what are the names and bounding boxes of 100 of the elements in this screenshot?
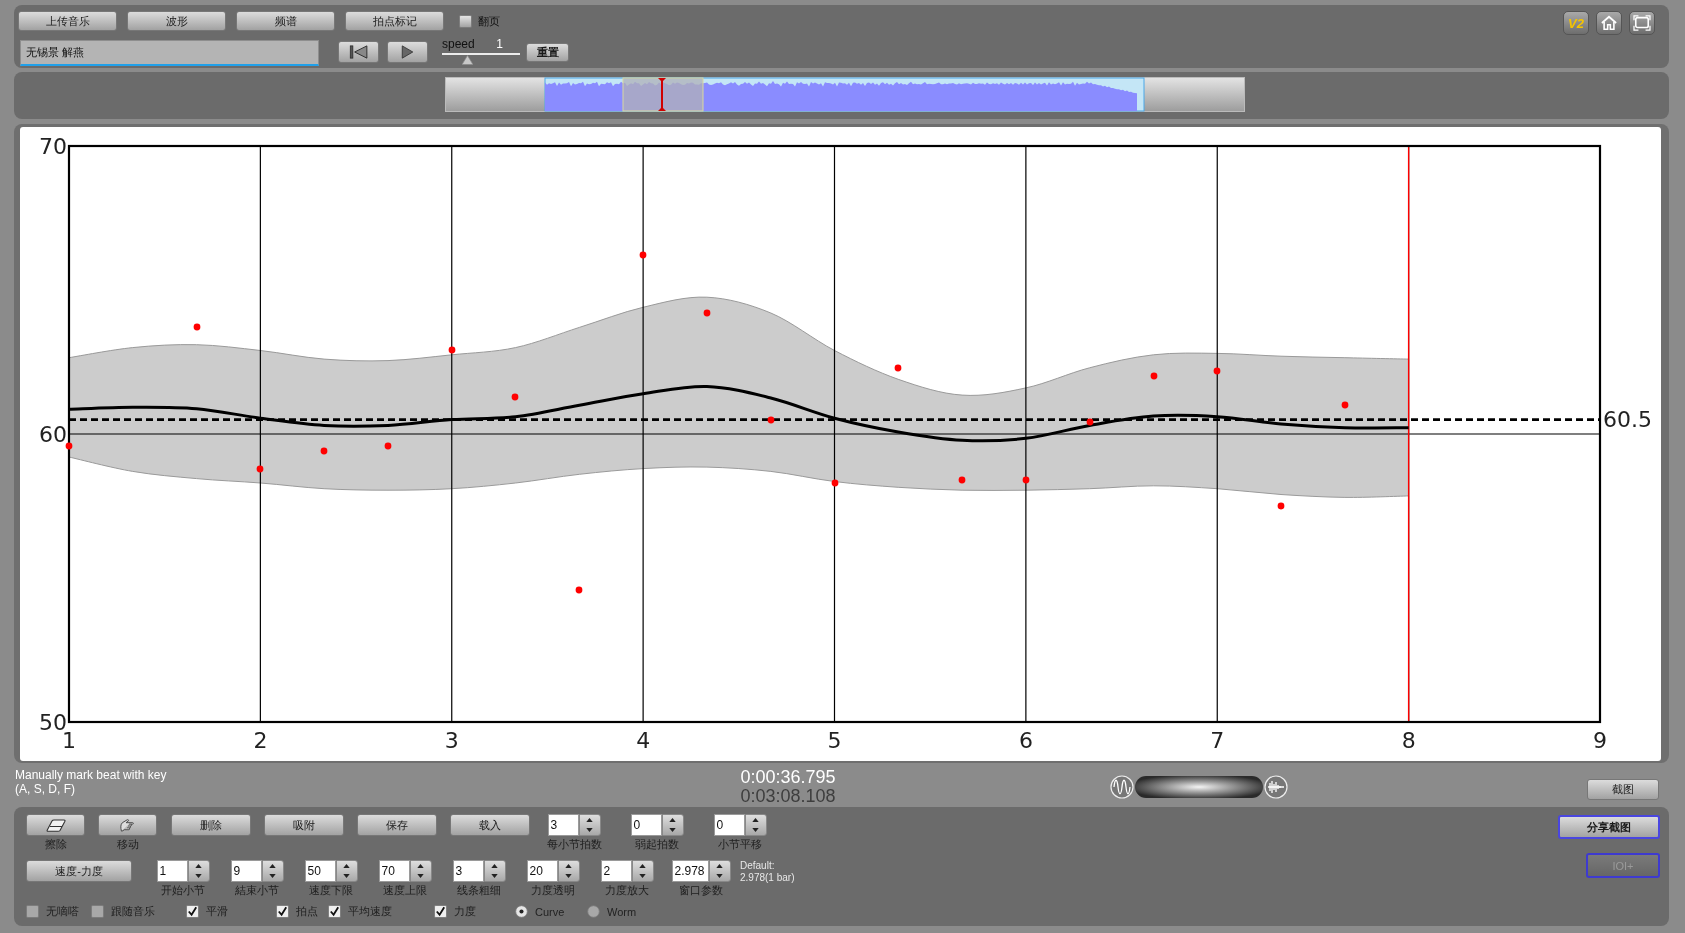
y-axis-label: 60 <box>39 421 67 447</box>
action-button[interactable]: 吸附 <box>264 814 344 836</box>
x-axis-label: 2 <box>253 727 268 753</box>
number-field[interactable]: 50 <box>304 860 336 882</box>
reset-button[interactable]: 重置 <box>526 43 569 62</box>
eraser-icon <box>45 817 66 833</box>
down-triangle-icon <box>716 874 723 878</box>
number-field[interactable]: 3 <box>452 860 484 882</box>
screen-button[interactable] <box>1629 11 1655 35</box>
checkbox[interactable] <box>26 905 39 918</box>
up-triangle-icon <box>343 864 350 868</box>
play-button[interactable] <box>387 41 428 63</box>
total-time: 0:03:08.108 <box>740 787 836 806</box>
toolbar-button[interactable]: 波形 <box>127 11 226 31</box>
speed-label: speed <box>442 36 475 51</box>
mode-button[interactable]: 速度-力度 <box>26 860 132 882</box>
radio-button[interactable] <box>515 905 528 918</box>
sine-wave-icon[interactable] <box>1110 775 1134 799</box>
option-label: 平均速度 <box>348 904 392 919</box>
toolbar-button[interactable]: 上传音乐 <box>18 11 117 31</box>
share-screenshot-button[interactable]: 分享截图 <box>1558 815 1660 839</box>
option-label: 跟随音乐 <box>111 904 155 919</box>
field-caption: 弱起拍数 <box>635 838 679 851</box>
field-caption: 每小节拍数 <box>546 838 602 851</box>
number-field[interactable]: 2 <box>600 860 632 882</box>
number-field[interactable]: 20 <box>526 860 558 882</box>
eraser-button[interactable] <box>26 814 85 836</box>
up-triangle-icon <box>565 864 572 868</box>
down-triangle-icon <box>669 828 676 832</box>
current-time: 0:00:36.795 <box>740 768 836 787</box>
down-triangle-icon <box>586 828 593 832</box>
field-caption: 线条粗细 <box>457 884 501 897</box>
up-triangle-icon <box>491 864 498 868</box>
number-field[interactable]: 9 <box>230 860 262 882</box>
y-axis-label: 70 <box>39 133 67 159</box>
checkbox[interactable] <box>434 905 447 918</box>
up-triangle-icon <box>269 864 276 868</box>
track-name-field[interactable]: 无锡景 解燕 <box>20 40 319 66</box>
number-field[interactable]: 1 <box>156 860 188 882</box>
toolbar-button[interactable]: 频谱 <box>236 11 335 31</box>
x-axis-label: 3 <box>444 727 459 753</box>
up-triangle-icon <box>752 818 759 822</box>
number-field[interactable]: 2.978 <box>671 860 709 882</box>
checkbox[interactable] <box>328 905 341 918</box>
down-triangle-icon <box>417 874 424 878</box>
option-label: 无嘀嗒 <box>46 904 79 919</box>
action-button[interactable]: 保存 <box>357 814 437 836</box>
checkbox[interactable] <box>459 14 472 28</box>
x-axis-label: 6 <box>1018 727 1033 753</box>
down-triangle-icon <box>565 874 572 878</box>
radio-button[interactable] <box>587 905 600 918</box>
x-axis-label: 7 <box>1210 727 1225 753</box>
option-label: 拍点 <box>296 904 318 919</box>
screen-icon <box>1633 15 1651 31</box>
slider-thumb[interactable] <box>461 55 473 65</box>
action-button[interactable]: 载入 <box>450 814 530 836</box>
field-caption: 开始小节 <box>161 884 205 897</box>
skip-to-start-icon <box>348 45 369 59</box>
tool-caption: 移动 <box>116 838 139 851</box>
hint-text: Manually mark beat with key (A, S, D, F) <box>15 768 168 796</box>
option-label: Worm <box>607 905 637 918</box>
skip-to-start-button[interactable] <box>338 41 379 63</box>
up-triangle-icon <box>639 864 646 868</box>
x-axis-label: 4 <box>636 727 651 753</box>
up-triangle-icon <box>669 818 676 822</box>
option-label: Curve <box>535 905 565 918</box>
number-field[interactable]: 3 <box>547 814 579 836</box>
up-triangle-icon <box>195 864 202 868</box>
field-caption: 力度放大 <box>605 884 649 897</box>
up-triangle-icon <box>417 864 424 868</box>
up-triangle-icon <box>716 864 723 868</box>
waveform-icon[interactable] <box>1264 775 1288 799</box>
toolbar-button[interactable]: 拍点标记 <box>345 11 444 31</box>
down-triangle-icon <box>639 874 646 878</box>
x-axis-label: 9 <box>1593 727 1607 753</box>
home-icon <box>1600 15 1618 31</box>
move-button[interactable] <box>98 814 157 836</box>
x-axis-label: 8 <box>1401 727 1416 753</box>
checkbox[interactable] <box>276 905 289 918</box>
speed-value: 1 <box>496 36 503 51</box>
action-button[interactable]: 删除 <box>171 814 251 836</box>
home-button[interactable] <box>1596 11 1622 35</box>
field-caption: 力度透明 <box>531 884 575 897</box>
default-note: Default: 2.978(1 bar) <box>740 860 795 884</box>
number-field[interactable]: 0 <box>630 814 662 836</box>
checkbox[interactable] <box>186 905 199 918</box>
field-caption: 速度上限 <box>383 884 427 897</box>
checkbox[interactable] <box>91 905 104 918</box>
checkbox-label: 翻页 <box>478 13 500 29</box>
down-triangle-icon <box>269 874 276 878</box>
number-field[interactable]: 0 <box>713 814 745 836</box>
field-caption: 速度下限 <box>309 884 353 897</box>
field-caption: 結束小节 <box>235 884 279 897</box>
down-triangle-icon <box>195 874 202 878</box>
down-triangle-icon <box>752 828 759 832</box>
down-triangle-icon <box>491 874 498 878</box>
number-field[interactable]: 70 <box>378 860 410 882</box>
tool-caption: 擦除 <box>44 838 67 851</box>
field-caption: 小节平移 <box>718 838 762 851</box>
screenshot-button[interactable]: 截图 <box>1587 779 1659 800</box>
